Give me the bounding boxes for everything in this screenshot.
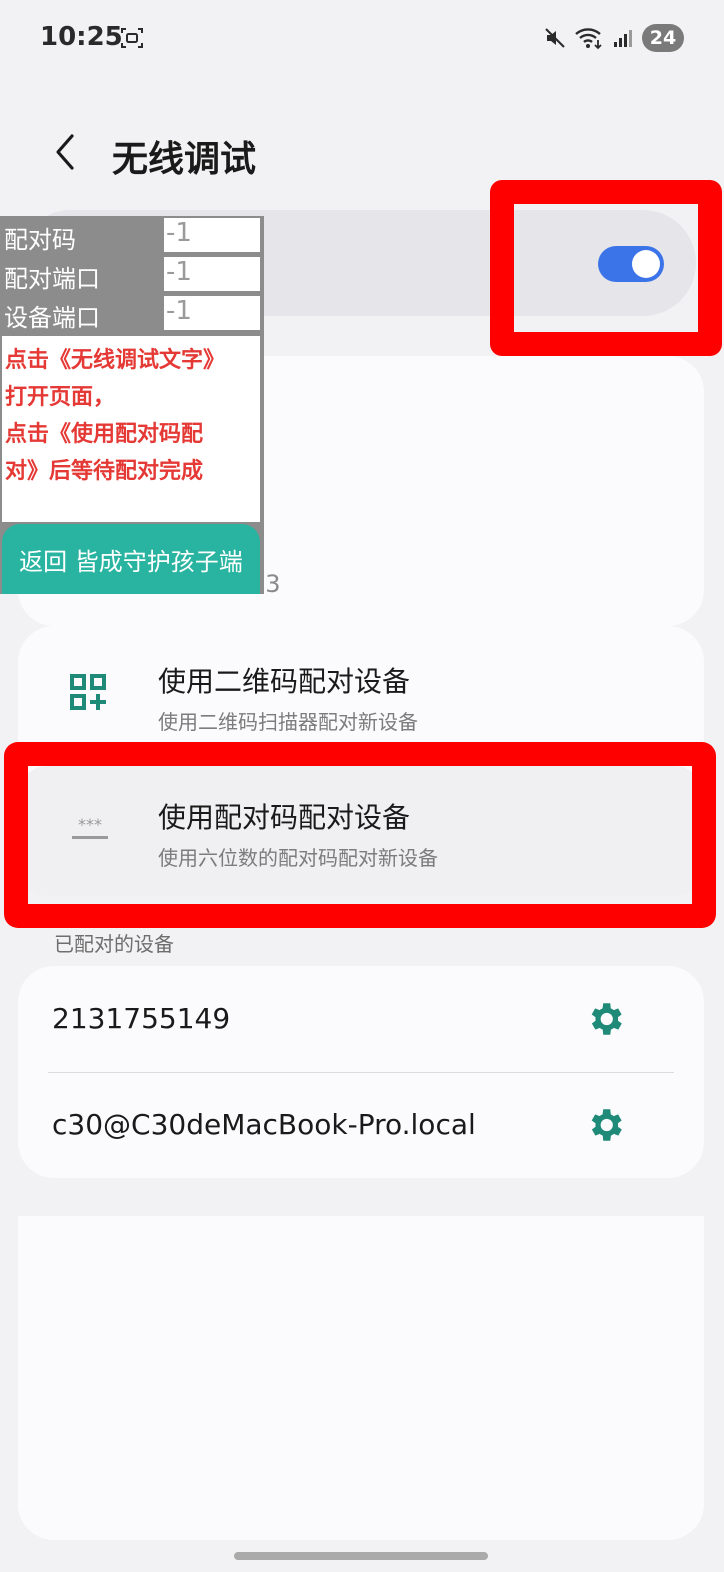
status-bar: 10:25 24	[0, 0, 724, 76]
highlight-frame-pair-code	[4, 742, 716, 928]
wifi-icon	[575, 28, 602, 50]
paired-devices-label: 已配对的设备	[54, 932, 174, 956]
device-name: c30@C30deMacBook-Pro.local	[52, 1108, 476, 1141]
blank-card	[18, 1216, 704, 1540]
battery-badge: 24	[642, 24, 684, 52]
screenshot-icon	[121, 28, 143, 48]
overlay-instructions: 点击《无线调试文字》 打开页面， 点击《使用配对码配 对》后等待配对完成	[2, 336, 260, 522]
instruction-line: 点击《使用配对码配	[5, 422, 204, 447]
overlay-row-pair-code: 配对码 -1	[0, 216, 264, 254]
gear-icon[interactable]	[584, 998, 626, 1040]
device-name: 2131755149	[52, 1002, 231, 1035]
status-time: 10:25	[40, 22, 123, 52]
device-port-input[interactable]: -1	[164, 296, 260, 330]
pair-port-label: 配对端口	[4, 265, 100, 293]
pair-qr-title: 使用二维码配对设备	[158, 665, 411, 698]
signal-icon	[614, 30, 632, 47]
pair-with-qr-item[interactable]: 使用二维码配对设备 使用二维码扫描器配对新设备	[18, 626, 704, 756]
page-title: 无线调试	[112, 139, 257, 180]
pair-code-input[interactable]: -1	[164, 218, 260, 252]
instruction-line: 对》后等待配对完成	[5, 459, 204, 484]
paired-devices-card: 2131755149 c30@C30deMacBook-Pro.local	[18, 966, 704, 1178]
paired-device-row[interactable]: c30@C30deMacBook-Pro.local	[18, 1072, 704, 1178]
device-port-label: 设备端口	[4, 304, 100, 332]
home-indicator[interactable]	[234, 1552, 488, 1560]
overlay-row-device-port: 设备端口 -1	[0, 294, 264, 332]
paired-device-row[interactable]: 2131755149	[18, 966, 704, 1072]
mute-icon	[545, 28, 565, 48]
back-arrow-icon[interactable]	[50, 132, 80, 172]
instruction-line: 点击《无线调试文字》	[5, 348, 226, 373]
pair-port-input[interactable]: -1	[164, 257, 260, 291]
instruction-line: 打开页面，	[5, 385, 116, 410]
qr-code-icon	[70, 674, 106, 710]
pair-code-label: 配对码	[4, 226, 76, 254]
pairing-helper-overlay: 配对码 -1 配对端口 -1 设备端口 -1 点击《无线调试文字》 打开页面， …	[0, 216, 264, 594]
status-right-icons: 24	[544, 24, 684, 52]
overlay-row-pair-port: 配对端口 -1	[0, 255, 264, 293]
gear-icon[interactable]	[584, 1104, 626, 1146]
highlight-frame-toggle	[490, 180, 722, 356]
return-button[interactable]: 返回 皆成守护孩子端	[2, 524, 260, 594]
pair-qr-subtitle: 使用二维码扫描器配对新设备	[158, 710, 418, 734]
